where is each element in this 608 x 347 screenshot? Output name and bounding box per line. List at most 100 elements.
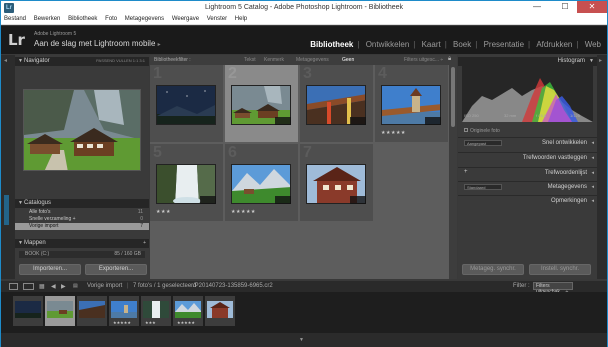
filter-text[interactable]: Tekst — [244, 57, 256, 63]
histogram-header[interactable]: Histogram ▼ — [458, 57, 597, 66]
sync-metadata-button[interactable]: Metageg. synchr. — [462, 264, 524, 275]
module-ontwikkelen[interactable]: Ontwikkelen — [366, 40, 410, 49]
add-folder-icon[interactable]: + — [143, 240, 146, 246]
source-label[interactable]: Vorige import — [87, 283, 122, 289]
keywording-row[interactable]: Trefwoorden vastleggen ◂ — [458, 152, 597, 162]
thumbnail-badges — [425, 117, 441, 125]
filmstrip-item[interactable]: ★★★★★ — [173, 296, 203, 326]
filmstrip-item[interactable]: ★★★ — [141, 296, 171, 326]
back-arrow-icon[interactable]: ◀ — [51, 283, 56, 290]
grid-view-icon[interactable]: ▦ — [39, 283, 45, 290]
menu-help[interactable]: Help — [232, 15, 250, 22]
night-sky-photo — [15, 301, 41, 318]
import-button[interactable]: Importeren... — [19, 264, 81, 275]
module-presentatie[interactable]: Presentatie — [484, 40, 524, 49]
keyword-list-row[interactable]: + Trefwoordenlijst ◂ — [458, 167, 597, 177]
catalog-header[interactable]: ▼ Catalogus — [15, 199, 149, 208]
navigator-header[interactable]: ▼ Navigator PASSEND VULLEN 1:1 3:1 — [15, 57, 149, 66]
filmstrip-item[interactable] — [13, 296, 43, 326]
left-panel-toggle[interactable]: ◂ — [1, 55, 15, 279]
export-button[interactable]: Exporteren... — [85, 264, 147, 275]
lock-icon[interactable]: 🔒︎ — [448, 56, 451, 63]
forward-arrow-icon[interactable]: ▶ — [61, 283, 66, 290]
menu-foto[interactable]: Foto — [102, 15, 120, 22]
menu-venster[interactable]: Venster — [204, 15, 230, 22]
filmstrip-item-selected[interactable] — [45, 296, 75, 326]
drive-name: BOOK (C:) — [25, 251, 50, 257]
right-panel-toggle[interactable]: ▸ — [597, 55, 607, 279]
filmstrip-item[interactable]: ★★★★★ — [109, 296, 139, 326]
triangle-down-icon: ▼ — [18, 240, 23, 246]
star-rating[interactable]: ★★★ — [156, 209, 171, 215]
filter-attribute[interactable]: Kenmerk — [264, 57, 284, 63]
exif-shutter: 1/125 — [570, 113, 581, 118]
selection-count: 7 foto's / 1 geselecteerd — [133, 283, 197, 289]
module-bibliotheek[interactable]: Bibliotheek — [310, 40, 353, 49]
filmstrip-thumbnail[interactable] — [143, 301, 169, 318]
photo-thumbnail[interactable] — [156, 85, 216, 125]
navigator-preview[interactable] — [23, 89, 141, 171]
filter-none[interactable]: Geen — [342, 57, 354, 63]
filmstrip-thumbnail[interactable] — [111, 301, 137, 318]
filmstrip-thumbnail[interactable] — [79, 301, 105, 318]
catalog-item-label: Snelle verzameling + — [29, 216, 76, 222]
catalog-item-count: 11 — [137, 209, 143, 215]
identity-name[interactable]: Aan de slag met Lightroom mobile ▸ — [34, 39, 161, 48]
grid-cell[interactable]: 4 ★★★★★ — [375, 65, 449, 143]
filter-select[interactable]: Filters uitgeschak... ÷ — [533, 282, 573, 295]
scrollbar-thumb[interactable] — [451, 67, 455, 127]
add-keyword-icon[interactable]: + — [464, 169, 468, 175]
saved-preset-select[interactable]: Aangepast — [464, 140, 502, 146]
filmstrip-item[interactable] — [205, 296, 235, 326]
menu-bestand[interactable]: Bestand — [1, 15, 29, 22]
filmstrip-thumbnail[interactable] — [15, 301, 41, 318]
original-photo-toggle[interactable]: Originele foto — [464, 128, 500, 134]
triangle-down-icon[interactable]: ▼ — [299, 337, 304, 343]
filter-preset[interactable]: Filters uitgesc... ÷ — [404, 57, 443, 63]
filter-metadata[interactable]: Metagegevens — [296, 57, 329, 63]
grid-cell[interactable]: 6 ★★★★★ — [225, 144, 299, 222]
filmstrip-thumbnail[interactable] — [47, 301, 73, 318]
grid-scrollbar[interactable] — [449, 65, 457, 279]
filmstrip-item[interactable] — [77, 296, 107, 326]
quick-develop-row[interactable]: Aangepast Snel ontwikkelen ◂ — [458, 137, 597, 147]
module-boek[interactable]: Boek — [453, 40, 471, 49]
grid-cell[interactable]: 3 — [300, 65, 374, 143]
module-afdrukken[interactable]: Afdrukken — [536, 40, 572, 49]
thumbnail-badges — [275, 117, 291, 125]
catalog-item-previous-import[interactable]: Vorige import 7 — [15, 223, 149, 230]
grid-cell[interactable]: 5 ★★★ — [150, 144, 224, 222]
filmstrip-thumbnail[interactable] — [175, 301, 201, 318]
page1-icon[interactable] — [9, 283, 18, 290]
folders-header[interactable]: ▼ Mappen + — [15, 239, 149, 248]
star-rating[interactable]: ★★★★★ — [231, 209, 256, 215]
catalog-item-all-photos[interactable]: Alle foto's 11 — [15, 209, 149, 216]
module-web[interactable]: Web — [585, 40, 601, 49]
grid-cell[interactable]: 7 — [300, 144, 374, 222]
exif-aperture: f / 5,6 — [536, 113, 547, 118]
catalog-item-quick-collection[interactable]: Snelle verzameling + 0 — [15, 216, 149, 223]
grid-cell-selected[interactable]: 2 — [225, 65, 299, 143]
metadata-preset-select[interactable]: Standaard — [464, 184, 502, 190]
minimize-button[interactable]: — — [527, 1, 547, 13]
grid-small-icon[interactable]: ▤ — [73, 283, 78, 289]
close-button[interactable]: ✕ — [577, 1, 607, 13]
comments-row[interactable]: Opmerkingen ◂ — [458, 195, 597, 205]
module-kaart[interactable]: Kaart — [422, 40, 441, 49]
menu-metagegevens[interactable]: Metagegevens — [122, 15, 167, 22]
checkbox[interactable] — [464, 128, 468, 132]
page2-icon[interactable] — [23, 283, 34, 290]
star-rating[interactable]: ★★★★★ — [381, 130, 406, 136]
menu-bewerken[interactable]: Bewerken — [31, 15, 64, 22]
navigator-zoom-options[interactable]: PASSEND VULLEN 1:1 3:1 — [96, 58, 145, 63]
filmstrip-thumbnail[interactable] — [207, 301, 233, 318]
grid-cell[interactable]: 1 — [150, 65, 224, 143]
menu-weergave[interactable]: Weergave — [169, 15, 202, 22]
folder-drive[interactable]: BOOK (C:) 85 / 160 GB — [19, 251, 145, 258]
sync-settings-button[interactable]: Instell. synchr. — [529, 264, 591, 275]
histogram-exif: ISO 250 32 mm f / 5,6 1/125 — [464, 113, 590, 118]
metadata-row[interactable]: Standaard Metagegevens ◂ — [458, 181, 597, 191]
maximize-button[interactable]: ☐ — [555, 1, 575, 13]
lr-logo: Lr — [8, 31, 25, 49]
menu-bibliotheek[interactable]: Bibliotheek — [65, 15, 100, 22]
